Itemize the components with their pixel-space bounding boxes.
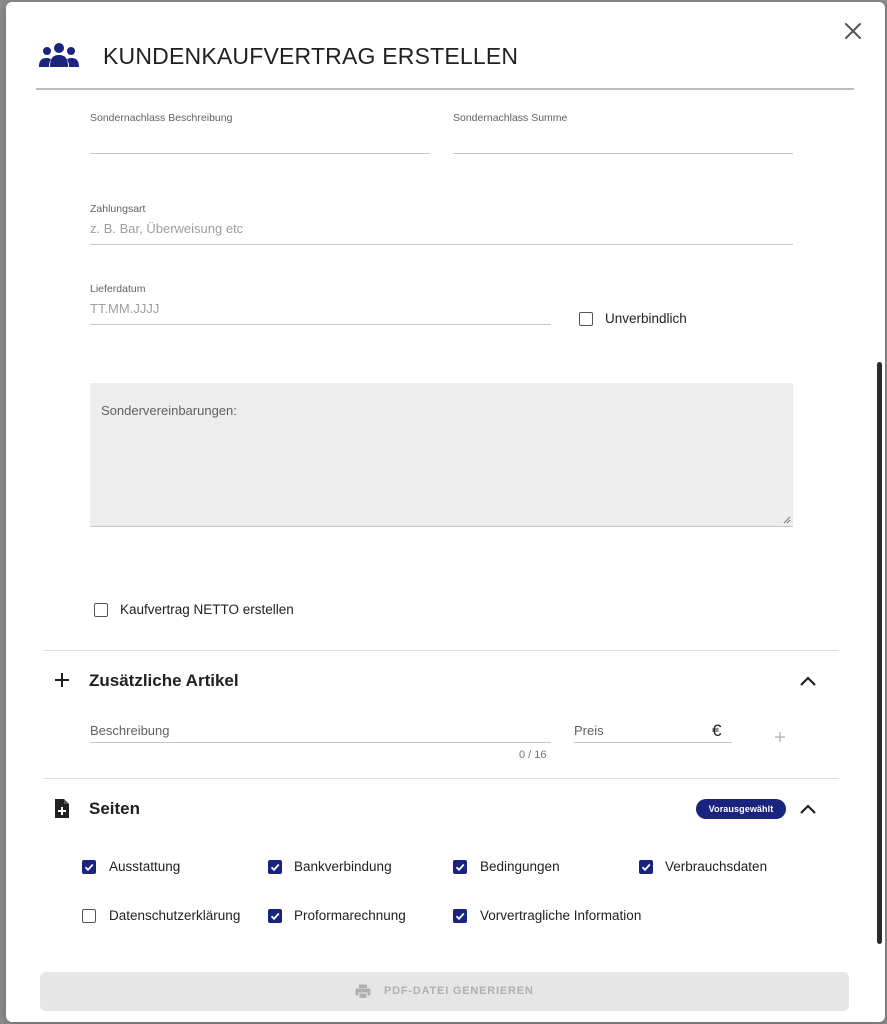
zusaetzliche-artikel-title[interactable]: Zusätzliche Artikel bbox=[89, 671, 239, 691]
preis-input[interactable]: Preis bbox=[574, 723, 604, 738]
zahlungsart-underline bbox=[90, 244, 793, 245]
bedingungen-checkbox[interactable] bbox=[453, 860, 467, 874]
section-divider bbox=[44, 778, 839, 779]
netto-checkbox[interactable] bbox=[94, 603, 108, 617]
close-icon[interactable] bbox=[842, 20, 864, 42]
resize-handle-icon[interactable] bbox=[783, 516, 791, 524]
verbrauchsdaten-label: Verbrauchsdaten bbox=[665, 859, 768, 874]
proformarechnung-label: Proformarechnung bbox=[294, 908, 406, 923]
title-divider bbox=[36, 88, 854, 90]
unverbindlich-checkbox[interactable] bbox=[579, 312, 593, 326]
sondervereinbarungen-textarea[interactable]: Sondervereinbarungen: bbox=[90, 383, 793, 527]
section-divider bbox=[44, 650, 839, 651]
zahlungsart-input[interactable]: z. B. Bar, Überweisung etc bbox=[90, 221, 243, 236]
sondernachlass-summe-label: Sondernachlass Summe bbox=[453, 112, 568, 124]
sondernachlass-beschreibung-underline bbox=[90, 153, 430, 154]
sondernachlass-summe-input[interactable] bbox=[453, 126, 793, 153]
ausstattung-label: Ausstattung bbox=[109, 859, 181, 874]
netto-label: Kaufvertrag NETTO erstellen bbox=[120, 602, 294, 617]
chevron-up-icon[interactable] bbox=[798, 802, 818, 816]
scrollbar-thumb[interactable] bbox=[877, 362, 882, 944]
vorausgewaehlt-badge: Vorausgewählt bbox=[696, 799, 786, 819]
unverbindlich-label: Unverbindlich bbox=[605, 311, 687, 326]
sondervereinbarungen-placeholder: Sondervereinbarungen: bbox=[101, 403, 237, 418]
dialog-title: KUNDENKAUFVERTRAG ERSTELLEN bbox=[103, 43, 519, 69]
beschreibung-counter: 0 / 16 bbox=[519, 749, 547, 761]
seiten-title[interactable]: Seiten bbox=[89, 799, 140, 819]
lieferdatum-underline bbox=[90, 324, 551, 325]
verbrauchsdaten-checkbox[interactable] bbox=[639, 860, 653, 874]
sondernachlass-beschreibung-input[interactable] bbox=[90, 126, 430, 153]
printer-icon bbox=[355, 984, 371, 999]
pdf-generieren-button[interactable]: PDF-DATEI GENERIEREN bbox=[40, 972, 849, 1011]
lieferdatum-label: Lieferdatum bbox=[90, 283, 146, 295]
bedingungen-label: Bedingungen bbox=[480, 859, 560, 874]
bankverbindung-checkbox[interactable] bbox=[268, 860, 282, 874]
euro-icon: € bbox=[712, 721, 722, 740]
chevron-up-icon[interactable] bbox=[798, 674, 818, 688]
lieferdatum-input[interactable]: TT.MM.JJJJ bbox=[90, 301, 159, 316]
sondernachlass-summe-underline bbox=[453, 153, 793, 154]
zahlungsart-label: Zahlungsart bbox=[90, 203, 146, 215]
preis-underline bbox=[574, 742, 732, 743]
add-artikel-icon[interactable] bbox=[774, 731, 786, 743]
datenschutzerklaerung-checkbox[interactable] bbox=[82, 909, 96, 923]
sondernachlass-beschreibung-label: Sondernachlass Beschreibung bbox=[90, 112, 233, 124]
beschreibung-input[interactable]: Beschreibung bbox=[90, 723, 170, 738]
ausstattung-checkbox[interactable] bbox=[82, 860, 96, 874]
people-group-icon bbox=[39, 43, 79, 67]
pdf-generieren-label: PDF-DATEI GENERIEREN bbox=[384, 985, 534, 997]
beschreibung-underline bbox=[90, 742, 551, 743]
plus-icon bbox=[55, 673, 69, 687]
proformarechnung-checkbox[interactable] bbox=[268, 909, 282, 923]
vorvertragliche-information-checkbox[interactable] bbox=[453, 909, 467, 923]
file-plus-icon bbox=[55, 799, 69, 818]
bankverbindung-label: Bankverbindung bbox=[294, 859, 392, 874]
dialog: KUNDENKAUFVERTRAG ERSTELLEN Sondernachla… bbox=[6, 2, 885, 1022]
vorvertragliche-information-label: Vorvertragliche Information bbox=[480, 908, 642, 923]
datenschutzerklaerung-label: Datenschutzerklärung bbox=[109, 908, 241, 923]
